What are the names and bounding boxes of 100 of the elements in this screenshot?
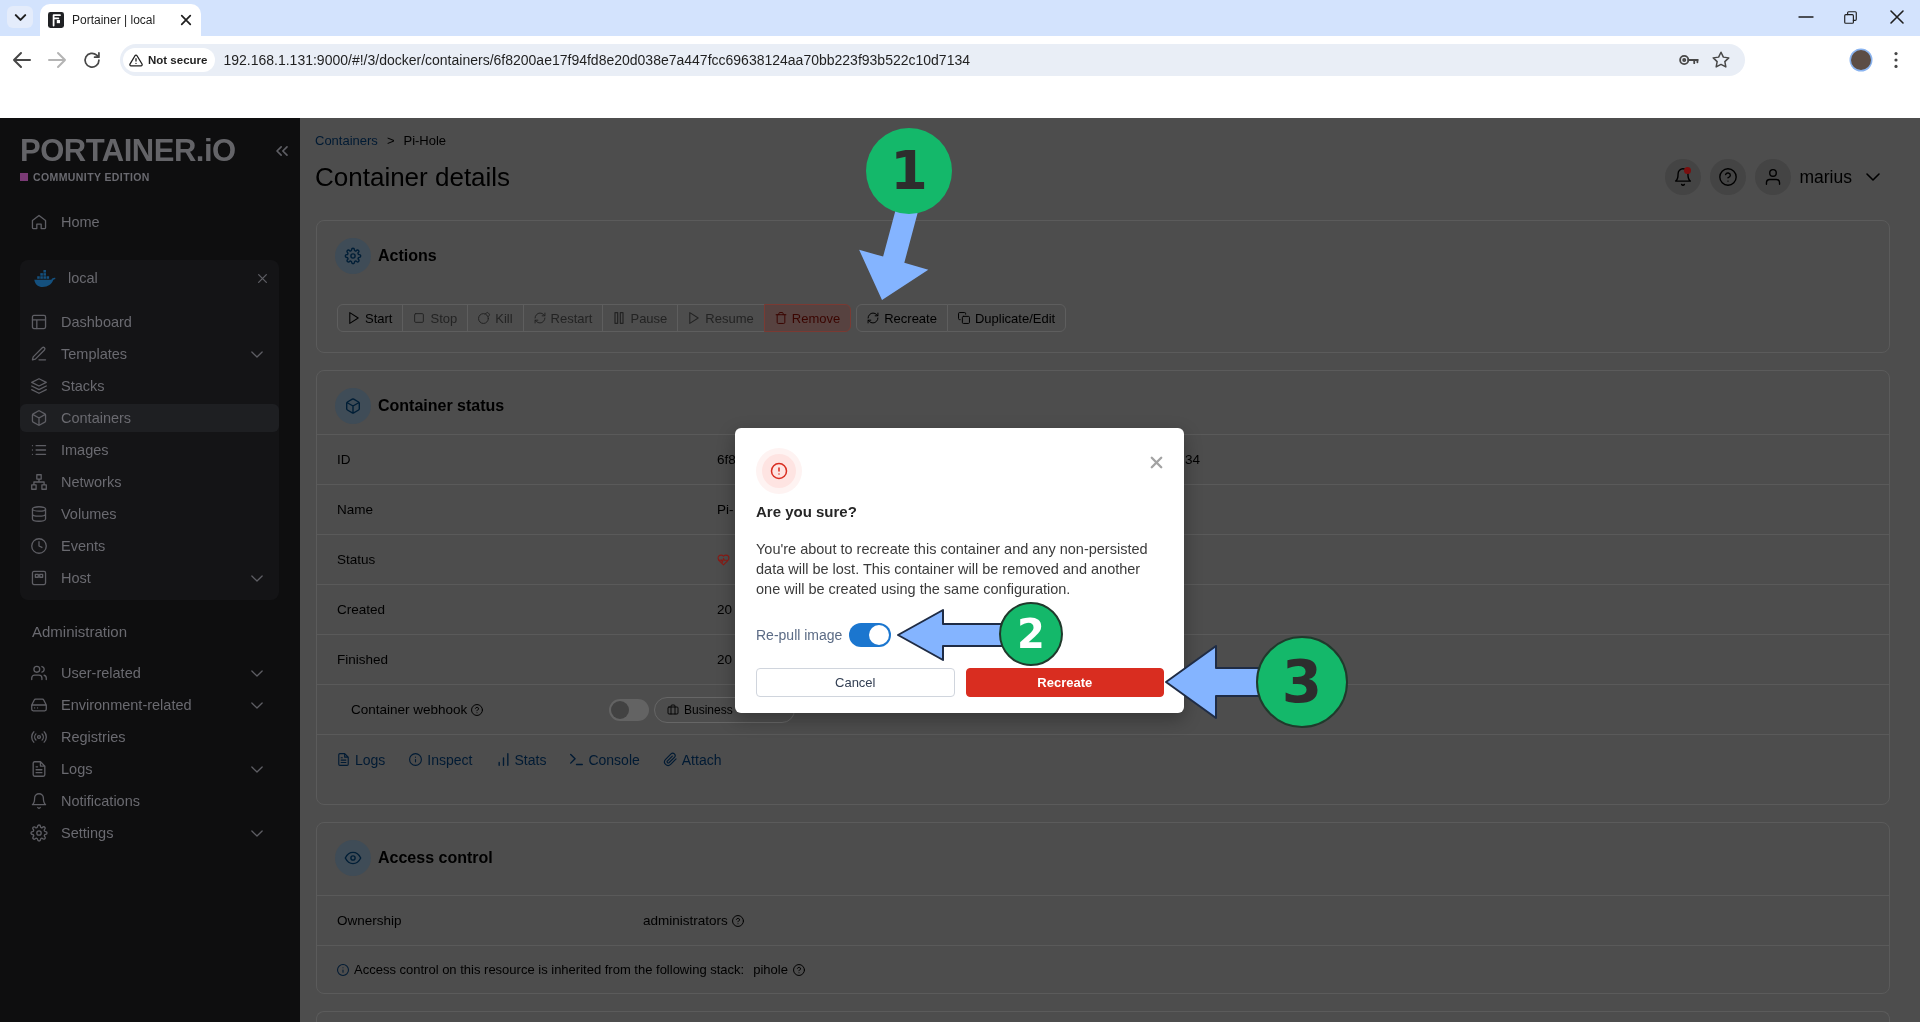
sidebar-item[interactable]: Containers <box>20 404 279 432</box>
cancel-button[interactable]: Cancel <box>756 668 955 697</box>
collapse-icon[interactable] <box>276 146 288 156</box>
field-label: ID <box>337 452 352 467</box>
card-title: Access control <box>378 849 493 867</box>
profile-avatar[interactable] <box>1851 50 1871 70</box>
option-label: Re-pull image <box>756 627 843 643</box>
duplicate-edit-button[interactable]: Duplicate/Edit <box>946 304 1067 332</box>
whale-icon <box>34 269 56 287</box>
pause-icon <box>613 312 626 324</box>
card-title: Actions <box>378 247 437 265</box>
user-button[interactable] <box>1755 159 1792 195</box>
close-icon[interactable] <box>181 15 191 25</box>
tab-search-button[interactable] <box>7 6 33 28</box>
refresh-icon <box>533 312 546 324</box>
user-name[interactable]: marius <box>1799 166 1852 188</box>
sidebar-item[interactable]: Registries <box>20 723 279 751</box>
remove-button[interactable]: Remove <box>763 304 852 332</box>
app-logo-icon <box>48 12 64 28</box>
bell-icon <box>31 793 47 809</box>
breadcrumb-current: Pi-Hole <box>403 132 447 150</box>
field-label: Status <box>337 552 377 567</box>
info-icon <box>337 963 349 976</box>
warning-icon <box>129 53 143 67</box>
reload-icon[interactable] <box>83 52 101 68</box>
chevron-down-icon <box>14 13 26 21</box>
logs-link[interactable]: Logs <box>337 751 386 768</box>
hard-drive-icon <box>31 697 47 713</box>
sidebar-item[interactable]: Settings <box>20 819 279 847</box>
database-icon <box>31 506 47 522</box>
kebab-menu-icon[interactable] <box>1894 52 1898 68</box>
dashboard-icon <box>31 314 47 330</box>
trash-icon <box>774 312 787 324</box>
card-title: Container status <box>378 397 505 415</box>
chevron-down-icon <box>251 574 263 582</box>
cube-icon <box>335 388 371 424</box>
inspect-link[interactable]: Inspect <box>409 751 473 768</box>
terminal-icon <box>570 753 584 766</box>
field-label: Name <box>337 502 374 517</box>
browser-tab[interactable]: Portainer | local <box>40 4 201 36</box>
help-icon <box>731 914 744 927</box>
sidebar-item[interactable]: Stacks <box>20 372 279 400</box>
sidebar-item[interactable]: Environment-related <box>20 691 279 719</box>
chevron-down-icon <box>251 350 263 358</box>
network-icon <box>31 474 47 490</box>
bar-chart-icon <box>496 753 510 766</box>
square-icon <box>413 312 426 324</box>
start-button[interactable]: Start <box>337 304 404 332</box>
file-icon <box>337 753 350 766</box>
edition-label: COMMUNITY EDITION <box>33 171 150 183</box>
section-heading: Administration <box>31 622 129 642</box>
field-value: 20 <box>717 602 733 617</box>
sidebar-item[interactable]: Networks <box>20 468 279 496</box>
stats-link[interactable]: Stats <box>496 751 547 768</box>
help-button[interactable] <box>1710 159 1747 195</box>
toggle-switch[interactable] <box>849 623 892 647</box>
sidebar-item[interactable]: Images <box>20 436 279 464</box>
field-value: 6f8 <box>717 452 736 467</box>
toggle-switch[interactable] <box>609 698 649 721</box>
help-icon <box>1719 168 1738 186</box>
recreate-button[interactable]: Recreate <box>965 668 1164 697</box>
logo-text: PORTAINER.iO <box>20 137 236 165</box>
star-icon[interactable] <box>1712 51 1730 69</box>
chevron-down-icon[interactable] <box>1866 173 1880 181</box>
help-icon <box>792 963 805 976</box>
dialog-title: Are you sure? <box>756 502 858 522</box>
environment-name: local <box>68 270 98 286</box>
sidebar-item[interactable]: Home <box>20 208 279 236</box>
restore-icon[interactable] <box>1844 10 1857 24</box>
alert-icon <box>756 448 802 494</box>
play-icon <box>688 312 701 324</box>
console-link[interactable]: Console <box>570 751 640 768</box>
step-marker: 1 <box>866 128 952 214</box>
close-icon[interactable] <box>1890 10 1904 24</box>
briefcase-icon <box>667 704 679 715</box>
stack-name: pihole <box>753 962 788 977</box>
recreate-button[interactable]: Recreate <box>856 304 948 332</box>
sidebar-item[interactable]: Volumes <box>20 500 279 528</box>
key-icon[interactable] <box>1679 55 1699 65</box>
back-arrow-icon[interactable] <box>13 52 31 68</box>
breadcrumb-link[interactable]: Containers <box>315 132 378 150</box>
sidebar-item[interactable]: Dashboard <box>20 308 279 336</box>
bomb-icon <box>478 312 491 324</box>
security-chip[interactable]: Not secure <box>123 48 216 72</box>
square-icon <box>20 173 28 181</box>
sidebar-item[interactable]: Host <box>20 564 279 592</box>
address-bar[interactable]: Not secure 192.168.1.131:9000/#!/3/docker/containers/6f8200ae17f94fd8e20d038e7a447fcc69638124aa70bb223f93b522c10d7134 <box>120 44 1745 76</box>
chevron-down-icon <box>251 829 263 837</box>
breadcrumb-separator: > <box>386 132 395 150</box>
help-icon <box>471 703 484 716</box>
settings-icon <box>31 825 47 841</box>
sidebar-item[interactable]: Notifications <box>20 787 279 815</box>
attach-link[interactable]: Attach <box>663 751 722 768</box>
dialog-message: You're about to recreate this container and any non-persisted data will be lost. This container will be removed and another one will be created using the same configuration. <box>756 540 1149 599</box>
sidebar-item[interactable]: Templates <box>20 340 279 368</box>
sidebar-item[interactable]: Events <box>20 532 279 560</box>
field-label: Finished <box>337 652 390 667</box>
sidebar-item[interactable]: Logs <box>20 755 279 783</box>
sidebar-item[interactable]: User-related <box>20 659 279 687</box>
notifications-button[interactable] <box>1665 159 1702 195</box>
